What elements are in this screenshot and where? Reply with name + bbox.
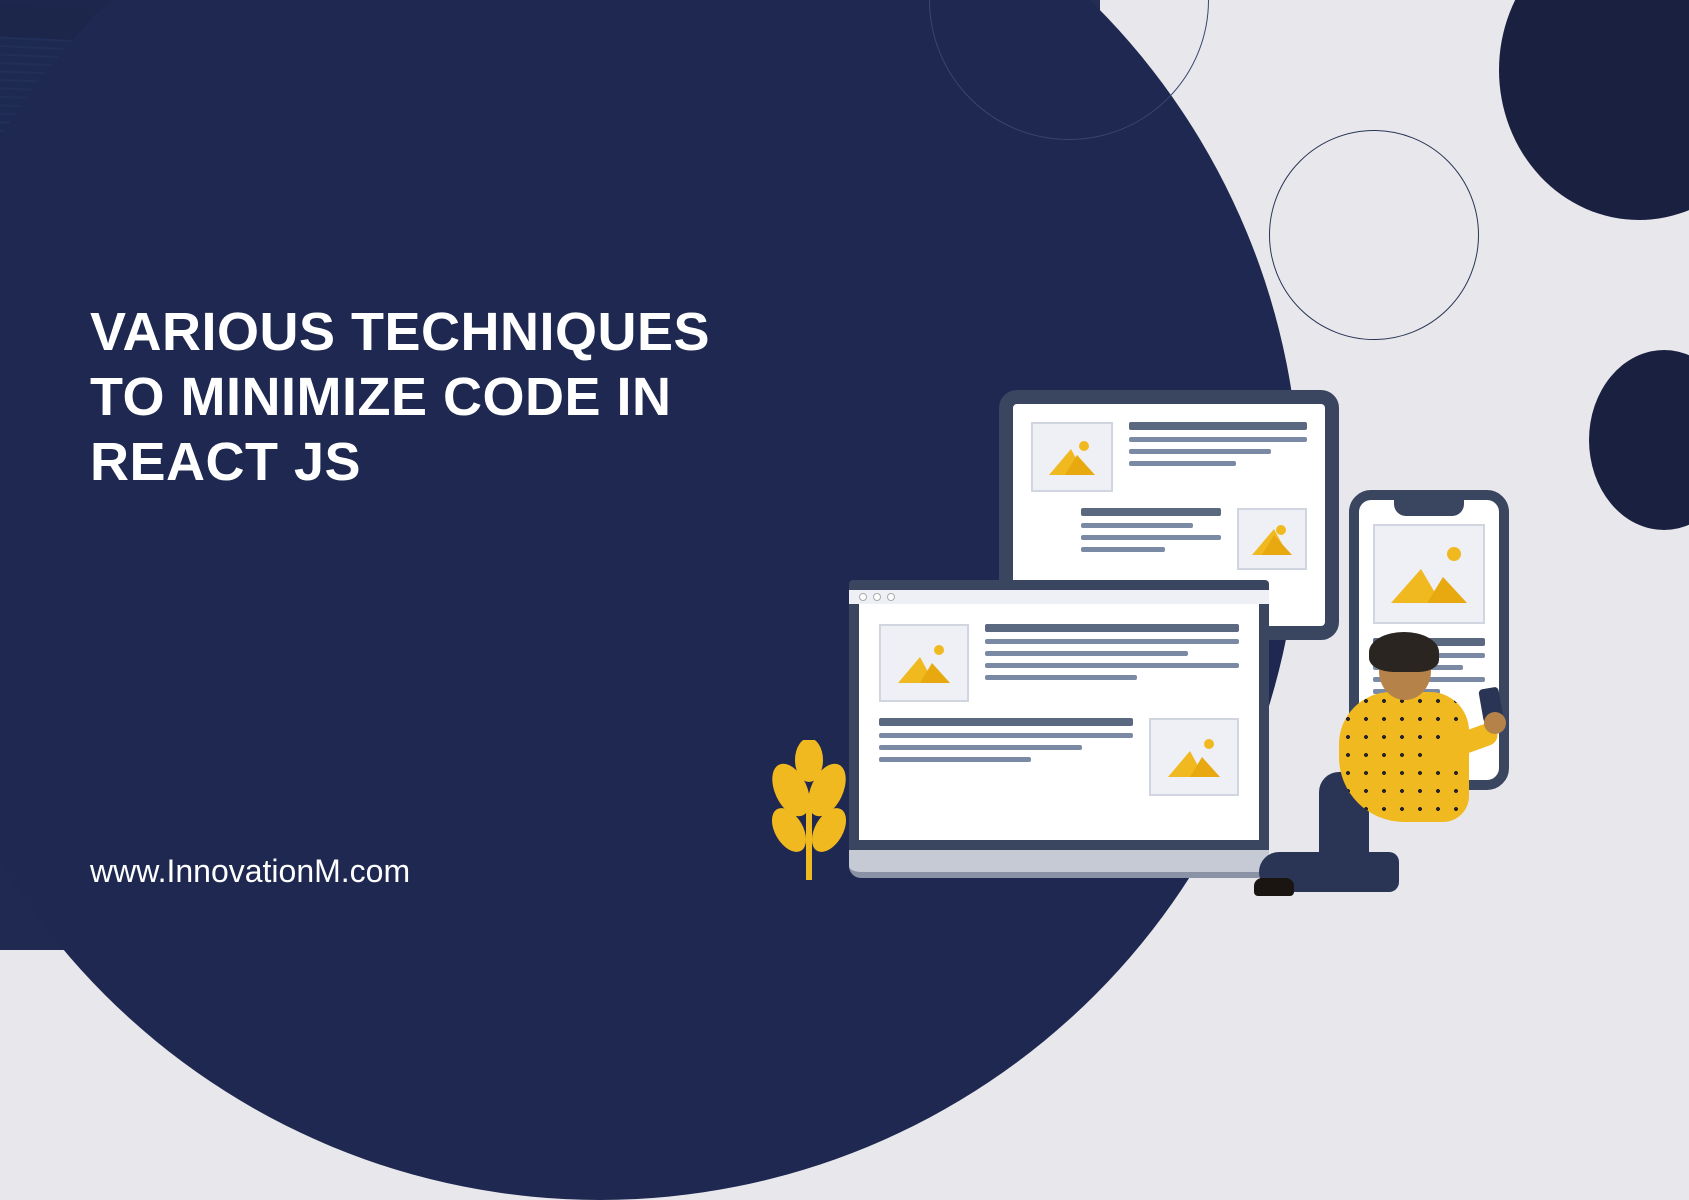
image-placeholder-icon bbox=[1373, 524, 1485, 624]
text-placeholder bbox=[1081, 508, 1221, 552]
dark-blob-decoration bbox=[1589, 350, 1689, 530]
title-line-2: TO MINIMIZE CODE IN bbox=[90, 365, 710, 430]
image-placeholder-icon bbox=[879, 624, 969, 702]
browser-topbar bbox=[849, 580, 1269, 604]
website-url: www.InnovationM.com bbox=[90, 853, 410, 890]
image-placeholder-icon bbox=[1149, 718, 1239, 796]
monitor-device bbox=[849, 580, 1269, 880]
title-line-3: REACT JS bbox=[90, 430, 710, 495]
dark-blob-decoration bbox=[1499, 0, 1689, 220]
text-placeholder bbox=[879, 718, 1133, 762]
text-placeholder bbox=[1129, 422, 1307, 466]
image-placeholder-icon bbox=[1237, 508, 1307, 570]
leaf-decoration-icon bbox=[769, 740, 849, 880]
person-illustration bbox=[1249, 632, 1509, 892]
image-placeholder-icon bbox=[1031, 422, 1113, 492]
outline-circle-decoration bbox=[1269, 130, 1479, 340]
title-line-1: VARIOUS TECHNIQUES bbox=[90, 300, 710, 365]
devices-illustration bbox=[829, 390, 1509, 920]
text-placeholder bbox=[985, 624, 1239, 680]
page-title: VARIOUS TECHNIQUES TO MINIMIZE CODE IN R… bbox=[90, 300, 710, 494]
